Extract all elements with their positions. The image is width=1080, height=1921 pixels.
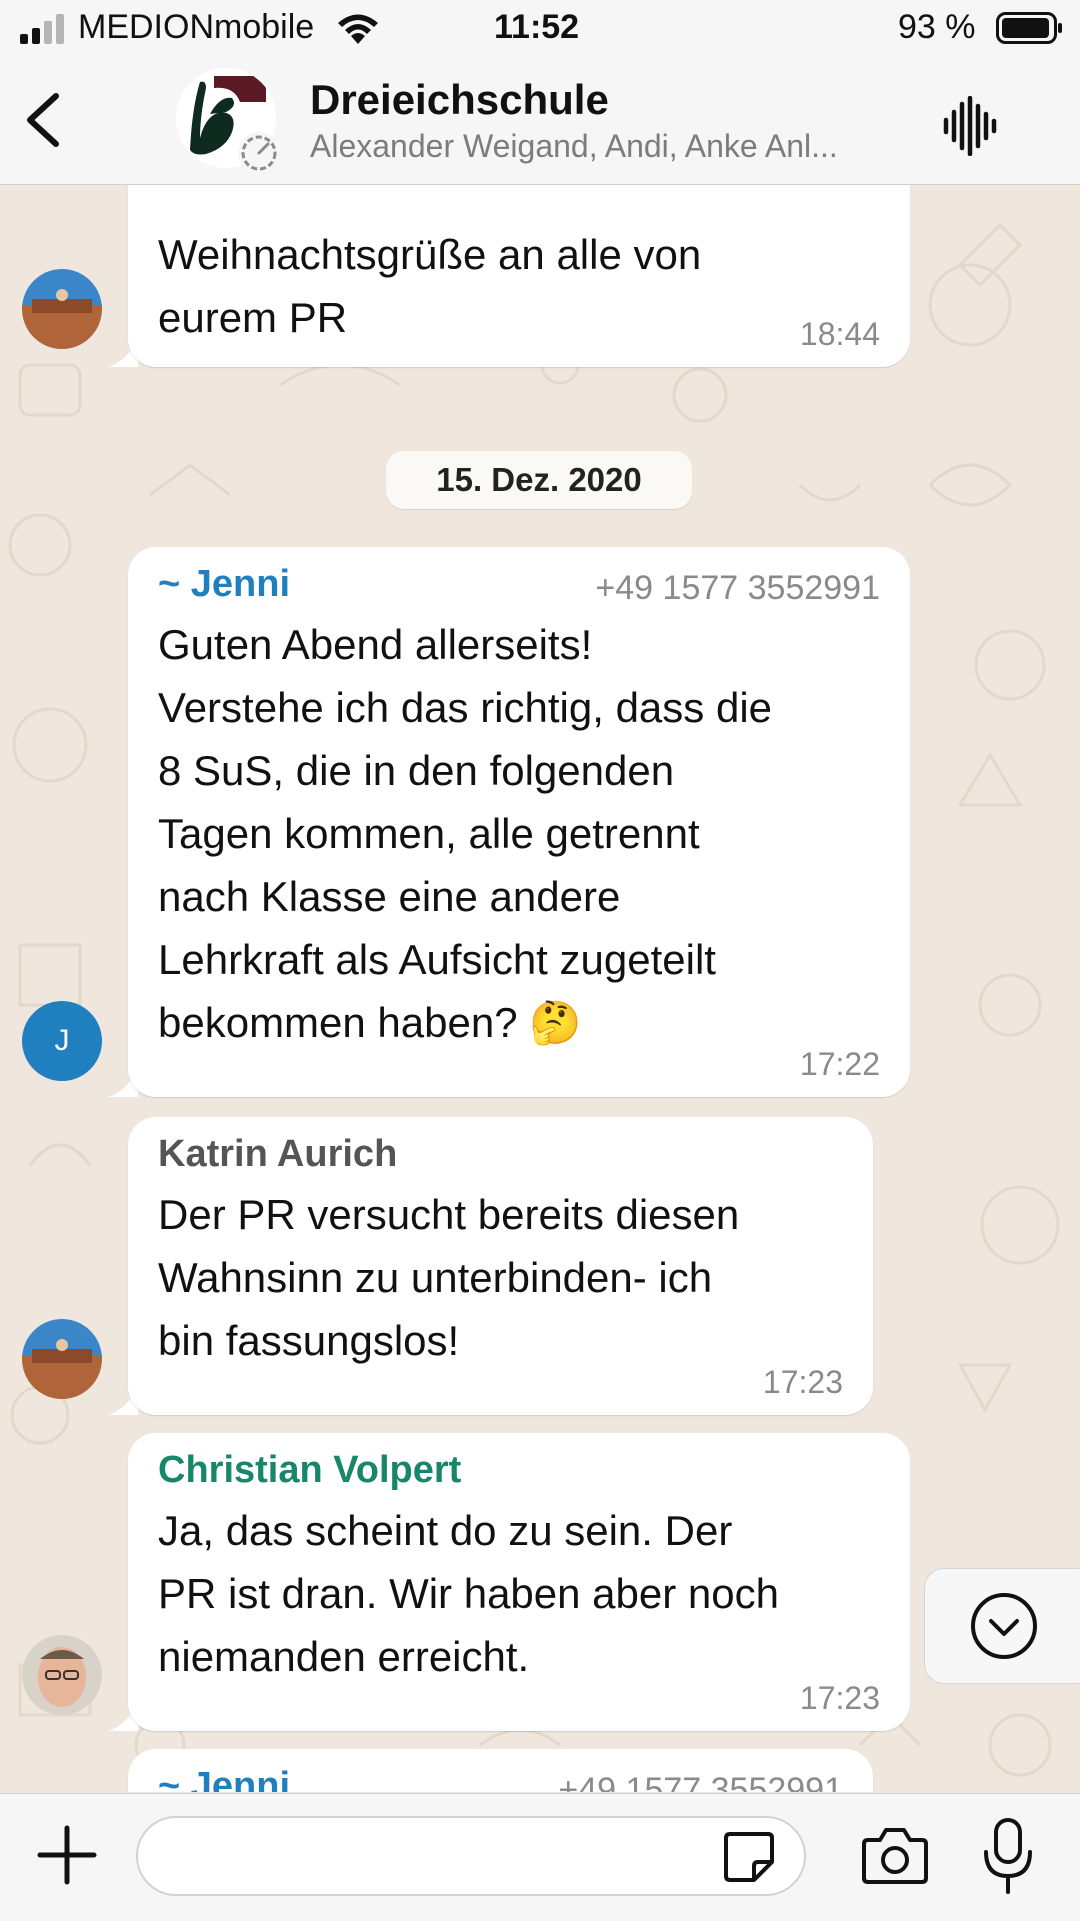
message-bubble[interactable]: ~ Jenni +49 1577 3552991 Guten Abend all…	[128, 547, 910, 1097]
message-bubble[interactable]: Weihnachtsgrüße an alle von eurem PR 18:…	[128, 185, 910, 367]
carrier-name: MEDIONmobile	[78, 8, 315, 46]
plus-icon[interactable]	[36, 1824, 98, 1886]
sender-phone[interactable]: +49 1577 3552991	[595, 569, 880, 608]
avatar-photo	[22, 269, 102, 349]
message-bubble[interactable]: Christian Volpert Ja, das scheint do zu …	[128, 1433, 910, 1731]
avatar-photo	[22, 1319, 102, 1399]
message-input-bar	[0, 1793, 1080, 1921]
message-bubble[interactable]: Katrin Aurich Der PR versucht bereits di…	[128, 1117, 873, 1415]
message-time: 17:23	[762, 1364, 843, 1400]
waveform-icon[interactable]	[940, 96, 1000, 156]
message-time: 18:44	[799, 316, 880, 352]
message-time: 17:22	[799, 1046, 880, 1082]
sender-avatar[interactable]: J	[22, 1001, 102, 1081]
battery-icon	[996, 12, 1062, 44]
sender-avatar[interactable]	[22, 1635, 102, 1715]
group-members-subtitle[interactable]: Alexander Weigand, Andi, Anke Anl...	[310, 128, 910, 165]
date-separator: 15. Dez. 2020	[386, 451, 692, 509]
sticker-icon[interactable]	[722, 1830, 776, 1884]
sender-name[interactable]: Christian Volpert	[158, 1449, 461, 1492]
sender-avatar[interactable]	[22, 1319, 102, 1399]
clock: 11:52	[494, 8, 580, 46]
sender-avatar[interactable]	[22, 269, 102, 349]
chat-header: Dreieichschule Alexander Weigand, Andi, …	[0, 58, 1080, 185]
sender-name[interactable]: Katrin Aurich	[158, 1133, 397, 1176]
message-time: 17:23	[799, 1680, 880, 1716]
message-text: Ja, das scheint do zu sein. Der PR ist d…	[158, 1507, 779, 1680]
disappearing-messages-timer-icon	[238, 132, 280, 174]
message-text: Weihnachtsgrüße an alle von eurem PR	[158, 231, 702, 341]
whatsapp-chat-screen: MEDIONmobile 11:52 93 % Dreieichschule A…	[0, 0, 1080, 1921]
status-bar: MEDIONmobile 11:52 93 %	[0, 0, 1080, 58]
camera-icon[interactable]	[862, 1826, 928, 1884]
chevron-down-circle-icon	[971, 1593, 1037, 1659]
sender-name[interactable]: ~ Jenni	[158, 1765, 290, 1792]
message-text: Guten Abend allerseits! Verstehe ich das…	[158, 621, 773, 1046]
message-text: Der PR versucht bereits diesen Wahnsinn …	[158, 1191, 740, 1364]
message-input[interactable]	[136, 1816, 806, 1896]
scroll-to-bottom-button[interactable]	[924, 1568, 1080, 1684]
chat-title[interactable]: Dreieichschule	[310, 76, 609, 124]
sender-phone[interactable]: +49 1577 3552991	[558, 1771, 843, 1792]
microphone-icon[interactable]	[980, 1816, 1036, 1896]
wifi-icon	[338, 14, 378, 44]
chat-messages-area[interactable]: Weihnachtsgrüße an alle von eurem PR 18:…	[0, 185, 1080, 1792]
avatar-photo	[22, 1635, 102, 1715]
battery-percentage: 93 %	[898, 8, 976, 46]
chevron-left-icon[interactable]	[20, 90, 70, 150]
signal-icon	[20, 14, 64, 44]
sender-name[interactable]: ~ Jenni	[158, 563, 290, 606]
message-bubble[interactable]: ~ Jenni +49 1577 3552991	[128, 1749, 873, 1792]
